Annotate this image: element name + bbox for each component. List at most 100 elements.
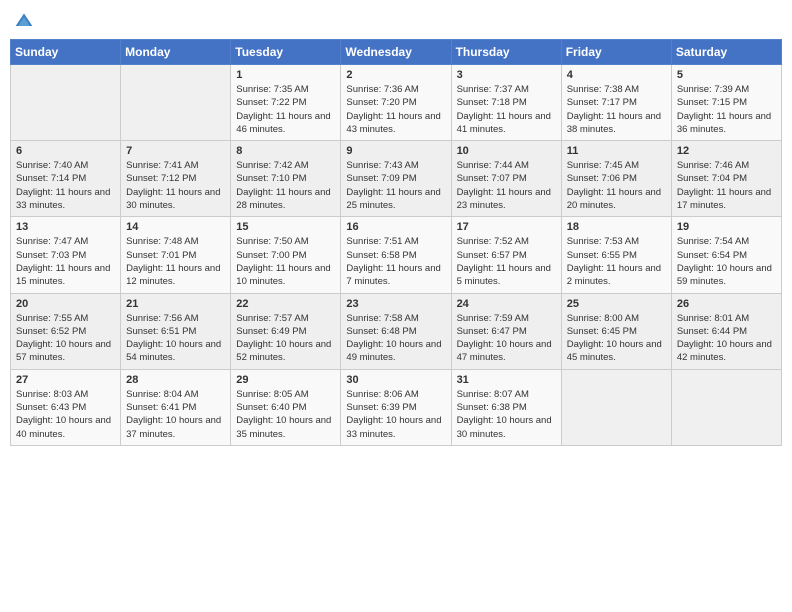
calendar-cell (561, 369, 671, 445)
logo-icon (14, 11, 34, 31)
day-number: 13 (16, 221, 115, 233)
day-number: 27 (16, 374, 115, 386)
calendar-cell: 28Sunrise: 8:04 AMSunset: 6:41 PMDayligh… (121, 369, 231, 445)
calendar-cell: 4 Sunrise: 7:38 AMSunset: 7:17 PMDaylight… (561, 65, 671, 141)
day-info: Sunrise: 7:41 AMSunset: 7:12 PMDaylight:… (126, 159, 225, 212)
weekday-header-friday: Friday (561, 40, 671, 65)
calendar-cell (121, 65, 231, 141)
calendar-cell: 29 Sunrise: 8:05 AMSunset: 6:40 PMDayligh… (231, 369, 341, 445)
day-number: 26 (677, 298, 776, 310)
day-info: Sunrise: 7:36 AMSunset: 7:20 PMDaylight:… (346, 83, 445, 136)
day-number: 30 (346, 374, 445, 386)
calendar-cell: 2 Sunrise: 7:36 AMSunset: 7:20 PMDaylight… (341, 65, 451, 141)
day-info: Sunrise: 7:52 AMSunset: 6:57 PMDaylight:… (457, 235, 556, 288)
day-info: Sunrise: 7:51 AMSunset: 6:58 PMDaylight:… (346, 235, 445, 288)
day-number: 12 (677, 145, 776, 157)
calendar-cell: 1 Sunrise: 7:35 AMSunset: 7:22 PMDaylight… (231, 65, 341, 141)
day-number: 4 (567, 69, 666, 81)
day-number: 17 (457, 221, 556, 233)
day-info: Sunrise: 7:56 AMSunset: 6:51 PMDaylight:… (126, 312, 225, 365)
day-number: 8 (236, 145, 335, 157)
calendar-cell: 7 Sunrise: 7:41 AMSunset: 7:12 PMDaylight… (121, 141, 231, 217)
day-info: Sunrise: 7:47 AMSunset: 7:03 PMDaylight:… (16, 235, 115, 288)
day-number: 11 (567, 145, 666, 157)
calendar-cell: 14Sunrise: 7:48 AMSunset: 7:01 PMDayligh… (121, 217, 231, 293)
weekday-header-sunday: Sunday (11, 40, 121, 65)
calendar-cell: 10Sunrise: 7:44 AMSunset: 7:07 PMDayligh… (451, 141, 561, 217)
day-info: Sunrise: 7:38 AMSunset: 7:17 PMDaylight:… (567, 83, 666, 136)
calendar-cell: 27 Sunrise: 8:03 AMSunset: 6:43 PMDayligh… (11, 369, 121, 445)
weekday-header-row: SundayMondayTuesdayWednesdayThursdayFrid… (11, 40, 782, 65)
calendar-cell: 26 Sunrise: 8:01 AMSunset: 6:44 PMDayligh… (671, 293, 781, 369)
day-info: Sunrise: 8:03 AMSunset: 6:43 PMDaylight:… (16, 388, 115, 441)
page-header (10, 10, 782, 31)
calendar-cell: 31 Sunrise: 8:07 AMSunset: 6:38 PMDayligh… (451, 369, 561, 445)
day-number: 6 (16, 145, 115, 157)
day-info: Sunrise: 7:35 AMSunset: 7:22 PMDaylight:… (236, 83, 335, 136)
calendar-cell: 30 Sunrise: 8:06 AMSunset: 6:39 PMDayligh… (341, 369, 451, 445)
day-info: Sunrise: 8:06 AMSunset: 6:39 PMDaylight:… (346, 388, 445, 441)
calendar-cell: 23 Sunrise: 7:58 AMSunset: 6:48 PMDayligh… (341, 293, 451, 369)
calendar-cell: 12 Sunrise: 7:46 AMSunset: 7:04 PMDayligh… (671, 141, 781, 217)
day-info: Sunrise: 8:00 AMSunset: 6:45 PMDaylight:… (567, 312, 666, 365)
day-info: Sunrise: 7:42 AMSunset: 7:10 PMDaylight:… (236, 159, 335, 212)
day-info: Sunrise: 8:07 AMSunset: 6:38 PMDaylight:… (457, 388, 556, 441)
calendar-cell: 21 Sunrise: 7:56 AMSunset: 6:51 PMDayligh… (121, 293, 231, 369)
day-number: 3 (457, 69, 556, 81)
day-number: 18 (567, 221, 666, 233)
calendar-table: SundayMondayTuesdayWednesdayThursdayFrid… (10, 39, 782, 446)
day-number: 24 (457, 298, 556, 310)
day-info: Sunrise: 7:57 AMSunset: 6:49 PMDaylight:… (236, 312, 335, 365)
calendar-cell: 9 Sunrise: 7:43 AMSunset: 7:09 PMDaylight… (341, 141, 451, 217)
day-number: 31 (457, 374, 556, 386)
day-info: Sunrise: 7:59 AMSunset: 6:47 PMDaylight:… (457, 312, 556, 365)
calendar-week-3: 13 Sunrise: 7:47 AMSunset: 7:03 PMDayligh… (11, 217, 782, 293)
calendar-cell (11, 65, 121, 141)
day-number: 16 (346, 221, 445, 233)
day-number: 23 (346, 298, 445, 310)
weekday-header-wednesday: Wednesday (341, 40, 451, 65)
day-number: 21 (126, 298, 225, 310)
day-number: 29 (236, 374, 335, 386)
day-info: Sunrise: 7:40 AMSunset: 7:14 PMDaylight:… (16, 159, 115, 212)
day-info: Sunrise: 8:04 AMSunset: 6:41 PMDaylight:… (126, 388, 225, 441)
day-info: Sunrise: 8:05 AMSunset: 6:40 PMDaylight:… (236, 388, 335, 441)
day-number: 22 (236, 298, 335, 310)
calendar-cell: 11Sunrise: 7:45 AMSunset: 7:06 PMDayligh… (561, 141, 671, 217)
day-info: Sunrise: 7:58 AMSunset: 6:48 PMDaylight:… (346, 312, 445, 365)
calendar-cell: 19Sunrise: 7:54 AMSunset: 6:54 PMDayligh… (671, 217, 781, 293)
calendar-week-4: 20 Sunrise: 7:55 AMSunset: 6:52 PMDayligh… (11, 293, 782, 369)
day-info: Sunrise: 7:46 AMSunset: 7:04 PMDaylight:… (677, 159, 776, 212)
day-number: 1 (236, 69, 335, 81)
calendar-cell: 15 Sunrise: 7:50 AMSunset: 7:00 PMDayligh… (231, 217, 341, 293)
day-number: 25 (567, 298, 666, 310)
calendar-week-1: 1 Sunrise: 7:35 AMSunset: 7:22 PMDaylight… (11, 65, 782, 141)
day-info: Sunrise: 7:43 AMSunset: 7:09 PMDaylight:… (346, 159, 445, 212)
calendar-cell: 17 Sunrise: 7:52 AMSunset: 6:57 PMDayligh… (451, 217, 561, 293)
calendar-cell (671, 369, 781, 445)
day-info: Sunrise: 7:53 AMSunset: 6:55 PMDaylight:… (567, 235, 666, 288)
calendar-week-5: 27 Sunrise: 8:03 AMSunset: 6:43 PMDayligh… (11, 369, 782, 445)
day-info: Sunrise: 8:01 AMSunset: 6:44 PMDaylight:… (677, 312, 776, 365)
day-number: 15 (236, 221, 335, 233)
calendar-cell: 25 Sunrise: 8:00 AMSunset: 6:45 PMDayligh… (561, 293, 671, 369)
day-number: 7 (126, 145, 225, 157)
day-number: 2 (346, 69, 445, 81)
logo (14, 10, 36, 31)
day-number: 19 (677, 221, 776, 233)
calendar-cell: 22 Sunrise: 7:57 AMSunset: 6:49 PMDayligh… (231, 293, 341, 369)
calendar-week-2: 6 Sunrise: 7:40 AMSunset: 7:14 PMDaylight… (11, 141, 782, 217)
weekday-header-monday: Monday (121, 40, 231, 65)
calendar-cell: 13 Sunrise: 7:47 AMSunset: 7:03 PMDayligh… (11, 217, 121, 293)
day-number: 14 (126, 221, 225, 233)
day-number: 20 (16, 298, 115, 310)
calendar-cell: 24 Sunrise: 7:59 AMSunset: 6:47 PMDayligh… (451, 293, 561, 369)
weekday-header-tuesday: Tuesday (231, 40, 341, 65)
day-info: Sunrise: 7:50 AMSunset: 7:00 PMDaylight:… (236, 235, 335, 288)
day-number: 10 (457, 145, 556, 157)
calendar-cell: 16 Sunrise: 7:51 AMSunset: 6:58 PMDayligh… (341, 217, 451, 293)
day-info: Sunrise: 7:55 AMSunset: 6:52 PMDaylight:… (16, 312, 115, 365)
day-number: 9 (346, 145, 445, 157)
calendar-cell: 6 Sunrise: 7:40 AMSunset: 7:14 PMDaylight… (11, 141, 121, 217)
calendar-cell: 20 Sunrise: 7:55 AMSunset: 6:52 PMDayligh… (11, 293, 121, 369)
